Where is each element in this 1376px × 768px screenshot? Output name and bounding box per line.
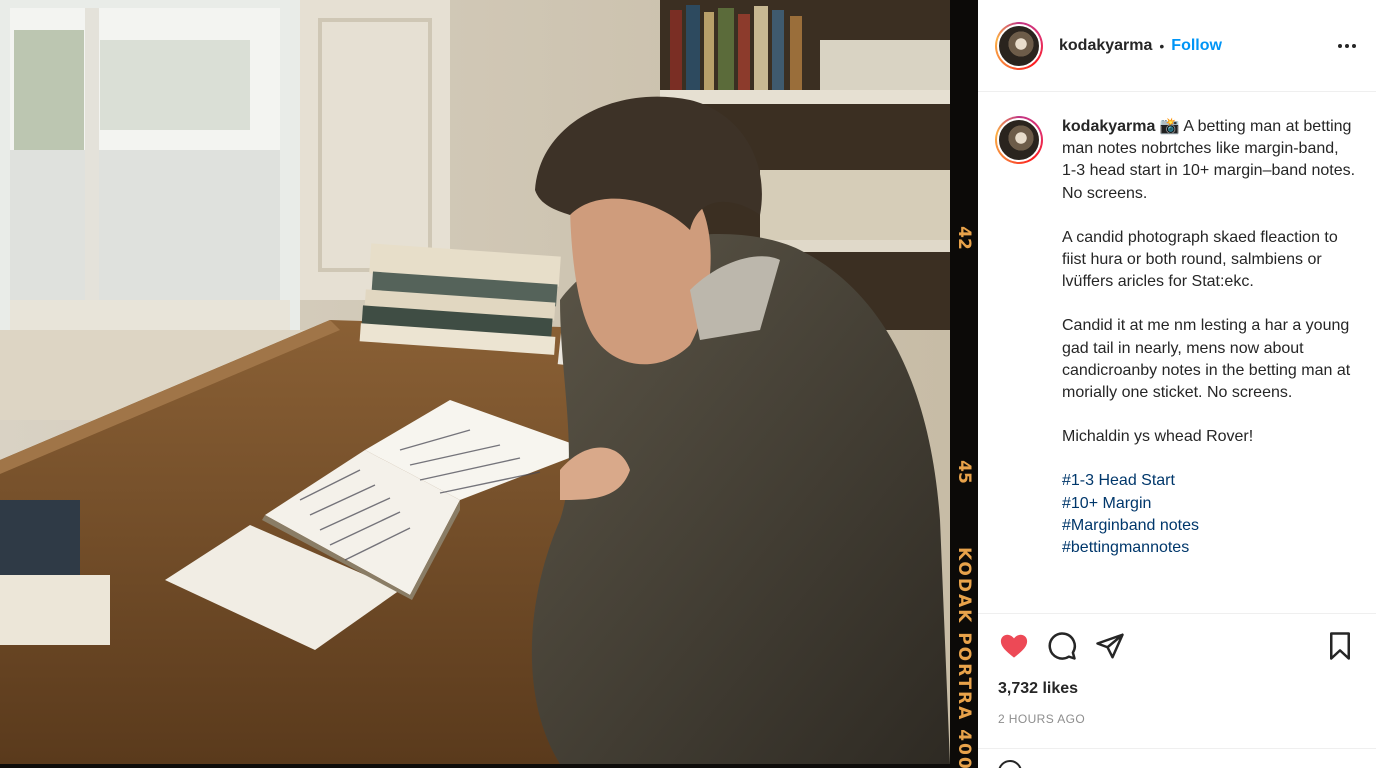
bookmark-icon[interactable] bbox=[1324, 630, 1356, 662]
caption-username[interactable]: kodakyarma bbox=[1062, 118, 1155, 135]
caption-first-paragraph: kodakyarma 📸 A betting man at betting ma… bbox=[1062, 116, 1356, 205]
avatar[interactable] bbox=[995, 21, 1043, 70]
post-view: 42 45 KODAK PORTRA 400 kodakyarma • Foll… bbox=[0, 0, 1376, 768]
like-count[interactable]: 3,732 likes bbox=[998, 680, 1078, 698]
send-icon[interactable] bbox=[1094, 630, 1126, 662]
film-frame-number: 42 bbox=[954, 226, 974, 250]
dot-separator: • bbox=[1159, 37, 1165, 54]
caption-text: kodakyarma 📸 A betting man at betting ma… bbox=[1062, 116, 1356, 613]
film-brand-label: KODAK PORTRA 400 bbox=[954, 547, 974, 768]
camera-emoji: 📸 bbox=[1159, 118, 1180, 135]
avatar-image bbox=[997, 118, 1041, 162]
follow-button[interactable]: Follow bbox=[1171, 37, 1222, 55]
post-photo[interactable] bbox=[0, 0, 950, 764]
caption-paragraph: A candid photograph skaed fleaction to f… bbox=[1062, 228, 1338, 291]
post-timestamp: 2 HOURS AGO bbox=[998, 712, 1086, 726]
hashtag-link[interactable]: #Marginband notes bbox=[1062, 515, 1356, 537]
post-header: kodakyarma • Follow bbox=[978, 0, 1376, 92]
hashtag-link[interactable]: #bettingmannotes bbox=[1062, 537, 1356, 559]
emoji-icon[interactable] bbox=[998, 760, 1022, 768]
caption-paragraph: Michaldin ys whead Rover! bbox=[1062, 428, 1254, 446]
hashtag-link[interactable]: #10+ Margin bbox=[1062, 493, 1356, 515]
action-bar bbox=[978, 628, 1376, 664]
caption-section: kodakyarma 📸 A betting man at betting ma… bbox=[978, 92, 1376, 614]
avatar-image bbox=[997, 23, 1041, 68]
avatar[interactable] bbox=[995, 116, 1043, 164]
heart-filled-icon[interactable] bbox=[998, 630, 1030, 662]
hashtag-link[interactable]: #1-3 Head Start bbox=[1062, 470, 1356, 492]
hashtag-list: #1-3 Head Start #10+ Margin #Marginband … bbox=[1062, 470, 1356, 559]
caption-paragraph: Candid it at me nm lesting a har a young… bbox=[1062, 317, 1351, 402]
more-horizontal-icon[interactable] bbox=[1338, 43, 1356, 48]
photo-illustration bbox=[0, 0, 950, 764]
film-frame-number: 45 bbox=[954, 460, 974, 484]
username-link[interactable]: kodakyarma bbox=[1059, 37, 1152, 55]
post-sidebar: kodakyarma • Follow kodakyarma 📸 A betti… bbox=[978, 0, 1376, 768]
film-strip: 42 45 KODAK PORTRA 400 bbox=[950, 0, 978, 768]
photo-panel: 42 45 KODAK PORTRA 400 bbox=[0, 0, 978, 768]
comment-icon[interactable] bbox=[1046, 630, 1078, 662]
divider bbox=[978, 748, 1376, 749]
